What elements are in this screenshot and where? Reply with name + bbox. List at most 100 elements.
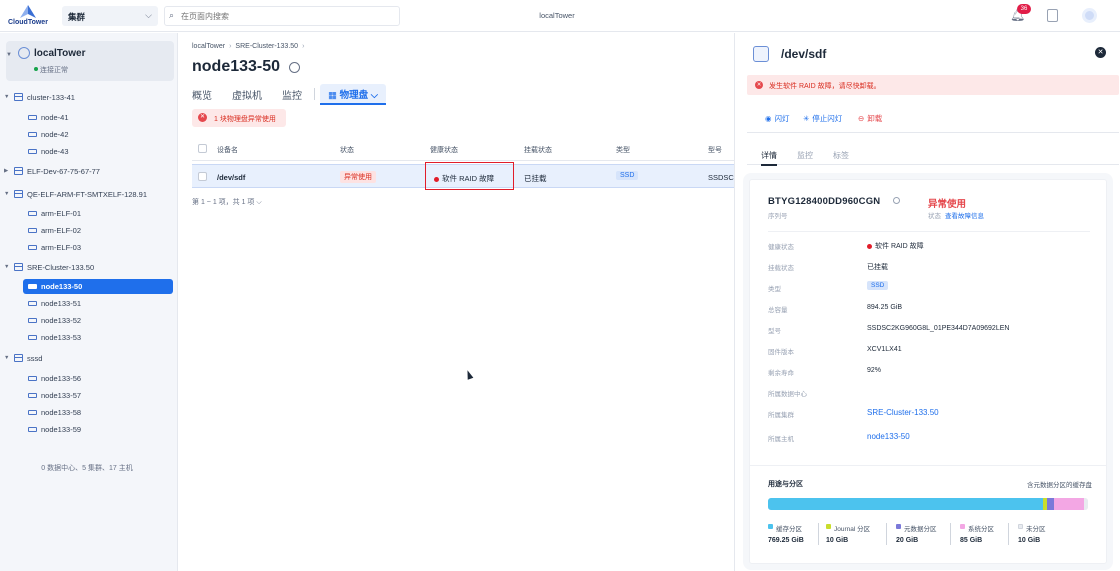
tab-physical-disks[interactable]: ▦ 物理盘 ⌵ bbox=[320, 84, 386, 105]
error-icon: ✕ bbox=[198, 113, 207, 122]
datacenter-card[interactable]: ▼ localTower 连接正常 bbox=[6, 41, 174, 81]
cluster-label: sssd bbox=[27, 354, 43, 363]
panel-title: /dev/sdf bbox=[781, 47, 827, 61]
expand-icon[interactable]: ▼ bbox=[4, 264, 9, 270]
expand-icon[interactable]: ▼ bbox=[4, 94, 9, 100]
tree-host[interactable]: node133-52 bbox=[28, 313, 172, 328]
field-value: 软件 RAID 故障 bbox=[867, 241, 924, 251]
tree-host[interactable]: node133-53 bbox=[28, 330, 172, 345]
tab-details[interactable]: 详情 bbox=[761, 150, 777, 166]
field-value: 894.25 GiB bbox=[867, 304, 903, 311]
legend-swatch bbox=[960, 524, 965, 529]
tree-cluster[interactable]: ▼ QE-ELF-ARM-FT-SMTXELF-128.91 bbox=[4, 187, 174, 202]
breadcrumb-item[interactable]: localTower bbox=[192, 43, 225, 50]
table-row[interactable]: /dev/sdf 异常使用 软件 RAID 故障 已挂载 SSD SSDSC bbox=[192, 162, 734, 190]
error-icon: ✕ bbox=[755, 81, 763, 89]
divider bbox=[750, 465, 1106, 466]
legend-swatch bbox=[896, 524, 901, 529]
legend-value: 20 GiB bbox=[896, 537, 919, 544]
expand-icon[interactable]: ▼ bbox=[6, 52, 12, 58]
stop-blink-label: 停止闪灯 bbox=[812, 114, 843, 123]
tree-host[interactable]: node133-59 bbox=[28, 422, 172, 437]
divider bbox=[768, 231, 1090, 232]
copy-icon[interactable] bbox=[893, 197, 900, 204]
stop-blink-button[interactable]: ✳ 停止闪灯 bbox=[803, 113, 842, 124]
document-icon[interactable] bbox=[1047, 9, 1058, 22]
host-link[interactable]: node133-50 bbox=[867, 432, 910, 441]
view-fault-link[interactable]: 查看故障信息 bbox=[945, 213, 984, 220]
tree-host[interactable]: node133-58 bbox=[28, 405, 172, 420]
tree-host[interactable]: node133-51 bbox=[28, 296, 172, 311]
breadcrumb: localTower › SRE-Cluster-133.50 › bbox=[192, 43, 308, 50]
host-icon bbox=[28, 427, 37, 432]
breadcrumb-separator: › bbox=[229, 43, 232, 50]
top-bar: CloudTower 集群 ⌵ ⌕ localTower 🔔︎ 36 bbox=[0, 0, 1120, 32]
col-header[interactable]: 设备名 bbox=[217, 145, 238, 155]
cluster-icon bbox=[14, 263, 23, 271]
tab-monitor[interactable]: 监控 bbox=[797, 150, 813, 161]
legend-divider bbox=[1008, 523, 1009, 545]
collapse-icon[interactable]: ▶ bbox=[4, 168, 8, 174]
partition-segment bbox=[1046, 498, 1054, 510]
tree-host[interactable]: arm-ELF-03 bbox=[28, 240, 172, 255]
tab-divider bbox=[314, 88, 315, 100]
tree-host[interactable]: arm-ELF-02 bbox=[28, 223, 172, 238]
row-checkbox[interactable] bbox=[198, 172, 207, 181]
pager-text: 第 1 ~ 1 项，共 1 项 bbox=[192, 199, 255, 206]
legend-value: 10 GiB bbox=[1018, 537, 1041, 544]
tree-host[interactable]: node133-56 bbox=[28, 371, 172, 386]
tree-host-selected[interactable]: node133-50 bbox=[23, 279, 173, 294]
tree-host[interactable]: node-42 bbox=[28, 127, 172, 142]
col-header[interactable]: 状态 bbox=[340, 145, 354, 155]
tab-monitor[interactable]: 监控 bbox=[282, 87, 302, 102]
breadcrumb-item[interactable]: SRE-Cluster-133.50 bbox=[235, 43, 298, 50]
unmount-button[interactable]: ⊖ 卸载 bbox=[858, 113, 882, 124]
tree-host[interactable]: node133-57 bbox=[28, 388, 172, 403]
mouse-cursor bbox=[464, 369, 474, 380]
expand-icon[interactable]: ▼ bbox=[4, 355, 9, 361]
col-header[interactable]: 型号 bbox=[708, 145, 722, 155]
field-host: 所属主机 node133-50 bbox=[768, 427, 1090, 448]
tab-labels[interactable]: 标签 bbox=[833, 150, 849, 161]
close-icon[interactable]: ✕ bbox=[1095, 47, 1106, 58]
disk-alert[interactable]: ✕ 1 块物理盘异常使用 bbox=[192, 109, 286, 127]
tree-host[interactable]: node-43 bbox=[28, 144, 172, 159]
tree-cluster[interactable]: ▼ cluster-133-41 bbox=[4, 90, 174, 105]
field-value: SSDSC2KG960G8L_01PE344D7A09692LEN bbox=[867, 325, 1010, 332]
search-box[interactable]: ⌕ bbox=[164, 6, 400, 26]
highlight-box bbox=[425, 162, 514, 190]
main-content: localTower › SRE-Cluster-133.50 › node133-5… bbox=[178, 33, 734, 571]
expand-icon[interactable]: ▼ bbox=[4, 191, 9, 197]
pagination-summary[interactable]: 第 1 ~ 1 项，共 1 项 ⌵ bbox=[192, 197, 262, 207]
col-header[interactable]: 健康状态 bbox=[430, 145, 458, 155]
tree-cluster[interactable]: ▶ ELF-Dev-67-75-67-77 bbox=[4, 164, 174, 179]
tab-vms[interactable]: 虚拟机 bbox=[232, 87, 262, 102]
select-all-checkbox[interactable] bbox=[198, 144, 207, 153]
host-icon bbox=[28, 132, 37, 137]
field-key: 剩余寿命 bbox=[768, 370, 794, 377]
host-icon bbox=[28, 376, 37, 381]
col-header[interactable]: 类型 bbox=[616, 145, 630, 155]
tab-overview[interactable]: 概览 bbox=[192, 87, 212, 102]
chevron-down-icon: ⌵ bbox=[145, 10, 152, 20]
refresh-icon[interactable] bbox=[289, 62, 300, 73]
tree-host[interactable]: arm-ELF-01 bbox=[28, 206, 172, 221]
tree-cluster[interactable]: ▼ sssd bbox=[4, 351, 174, 366]
host-label: arm-ELF-03 bbox=[41, 243, 82, 252]
blink-button[interactable]: ◉ 闪灯 bbox=[765, 113, 790, 124]
datacenter-status: 连接正常 bbox=[40, 67, 68, 74]
page-title: node133-50 bbox=[192, 58, 281, 75]
error-dot-icon bbox=[867, 243, 872, 249]
avatar[interactable] bbox=[1082, 8, 1097, 23]
host-icon bbox=[28, 410, 37, 415]
legend-value: 10 GiB bbox=[826, 537, 849, 544]
tree-cluster[interactable]: ▼ SRE-Cluster-133.50 bbox=[4, 260, 174, 275]
tree-host[interactable]: node-41 bbox=[28, 110, 172, 125]
field-cluster: 所属集群 SRE-Cluster-133.50 bbox=[768, 403, 1090, 424]
host-icon bbox=[28, 335, 37, 340]
host-icon bbox=[28, 149, 37, 154]
cluster-link[interactable]: SRE-Cluster-133.50 bbox=[867, 408, 939, 417]
search-input[interactable] bbox=[181, 9, 391, 23]
scope-select[interactable]: 集群 ⌵ bbox=[62, 6, 158, 26]
col-header[interactable]: 挂载状态 bbox=[524, 145, 552, 155]
